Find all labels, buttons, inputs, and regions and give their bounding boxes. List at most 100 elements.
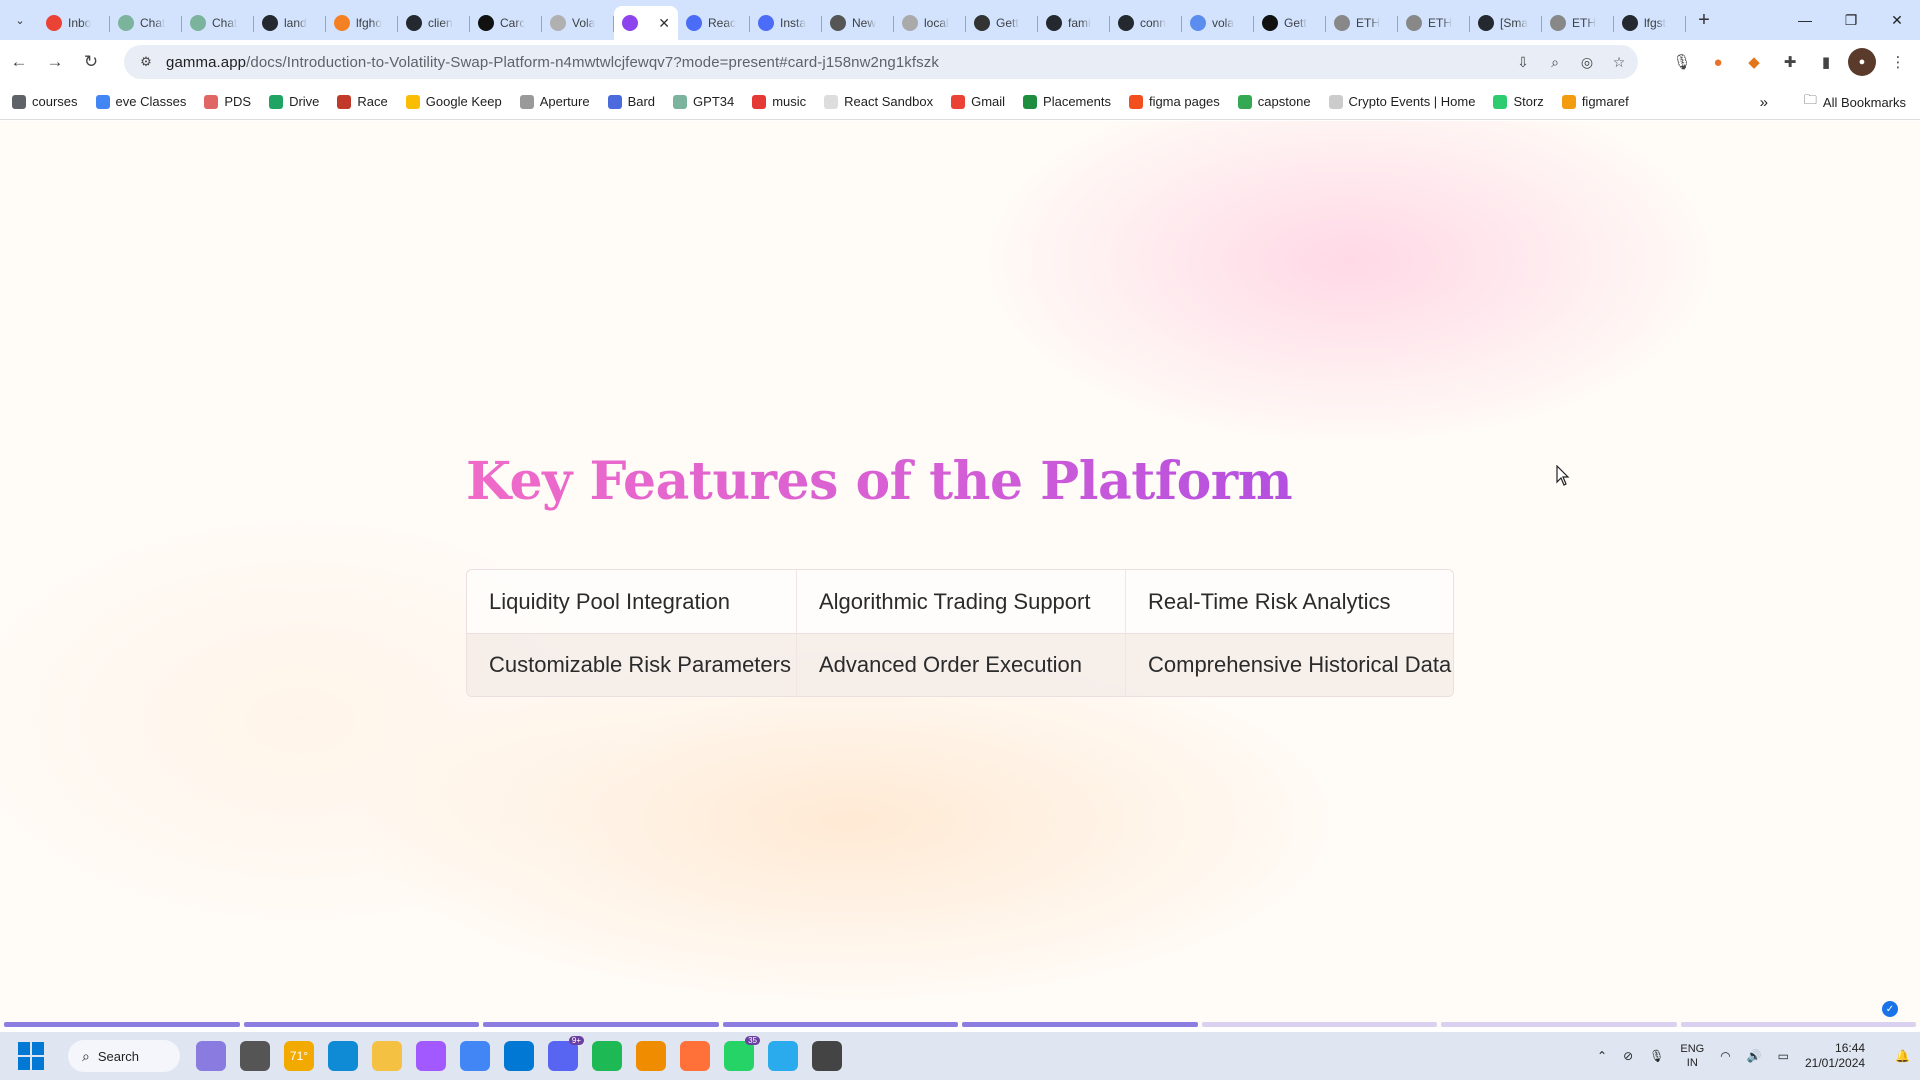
bookmark-item[interactable]: Aperture [519, 94, 590, 109]
wifi-icon[interactable]: ◠ [1720, 1049, 1730, 1063]
extensions-puzzle-icon[interactable]: ✚ [1776, 48, 1804, 76]
browser-tab[interactable]: land [254, 7, 326, 39]
bookmark-item[interactable]: courses [12, 94, 78, 109]
spotify-icon[interactable] [592, 1041, 622, 1071]
clock[interactable]: 16:44 21/01/2024 [1805, 1041, 1865, 1071]
browser-tab[interactable]: ETH [1542, 7, 1614, 39]
vscode-icon[interactable] [504, 1041, 534, 1071]
profile-avatar[interactable]: ● [1848, 48, 1876, 76]
figma-icon[interactable] [416, 1041, 446, 1071]
browser-tab[interactable]: Carc [470, 7, 542, 39]
progress-segment[interactable] [243, 1022, 479, 1027]
browser-tab[interactable]: conn [1110, 7, 1182, 39]
minimize-button[interactable]: — [1782, 0, 1828, 40]
microphone-icon[interactable]: 🎙 [1668, 48, 1696, 76]
progress-segment[interactable] [4, 1022, 240, 1027]
all-bookmarks-link[interactable]: All Bookmarks [1823, 95, 1906, 110]
extension-icon[interactable]: ● [1704, 48, 1732, 76]
tab-search-button[interactable]: ⌄ [8, 8, 32, 32]
bookmark-item[interactable]: Drive [269, 94, 319, 109]
browser-tab[interactable]: Vola [542, 7, 614, 39]
battery-icon[interactable]: ▭ [1778, 1049, 1789, 1063]
progress-segment[interactable] [1201, 1022, 1437, 1027]
site-info-icon[interactable]: ⚙ [134, 54, 158, 70]
microphone-tray-icon[interactable]: 🎙 [1649, 1049, 1664, 1063]
progress-segment[interactable] [483, 1022, 719, 1027]
chatgpt-icon[interactable] [812, 1041, 842, 1071]
progress-segment[interactable] [1680, 1022, 1916, 1027]
bookmark-item[interactable]: Placements [1023, 94, 1111, 109]
telegram-icon[interactable] [768, 1041, 798, 1071]
bookmark-item[interactable]: GPT34 [673, 94, 734, 109]
slide-progress-bar[interactable] [0, 1022, 1920, 1027]
weather-icon[interactable]: 71° [284, 1041, 314, 1071]
back-button[interactable]: ← [2, 45, 36, 79]
input-language[interactable]: ENG IN [1680, 1042, 1704, 1070]
browser-tab[interactable]: lfgho [326, 7, 398, 39]
url-text[interactable]: gamma.app/docs/Introduction-to-Volatilit… [166, 54, 939, 71]
bookmark-item[interactable]: React Sandbox [824, 94, 933, 109]
bookmark-star-icon[interactable]: ☆ [1608, 54, 1630, 71]
zoom-icon[interactable]: ⌕ [1544, 54, 1566, 71]
bookmark-item[interactable]: music [752, 94, 806, 109]
progress-segment[interactable] [962, 1022, 1198, 1027]
vlc-icon[interactable] [636, 1041, 666, 1071]
bookmark-item[interactable]: figma pages [1128, 94, 1220, 109]
security-icon[interactable]: ⊘ [1623, 1049, 1633, 1063]
progress-segment[interactable] [722, 1022, 958, 1027]
more-bookmarks-icon[interactable]: » [1760, 94, 1768, 111]
browser-tab[interactable]: vola [1182, 7, 1254, 39]
widgets-icon[interactable] [196, 1041, 226, 1071]
progress-segment[interactable] [1441, 1022, 1677, 1027]
bookmark-item[interactable]: Storz [1493, 94, 1544, 109]
browser-tab[interactable]: Chat [110, 7, 182, 39]
browser-tab[interactable]: Gett [966, 7, 1038, 39]
browser-tab[interactable]: lfgst [1614, 7, 1686, 39]
bookmark-item[interactable]: Bard [607, 94, 655, 109]
menu-kebab-icon[interactable]: ⋮ [1884, 48, 1912, 76]
chevron-up-icon[interactable]: ⌃ [1597, 1049, 1607, 1063]
taskbar-search[interactable]: ⌕ Search [68, 1040, 180, 1072]
start-button[interactable] [18, 1042, 46, 1070]
browser-tab[interactable]: [Sma [1470, 7, 1542, 39]
chrome-icon[interactable] [460, 1041, 490, 1071]
close-tab-icon[interactable]: ✕ [658, 15, 670, 32]
file-explorer-icon[interactable] [372, 1041, 402, 1071]
restore-button[interactable]: ❐ [1828, 0, 1874, 40]
browser-tab[interactable]: Gett [1254, 7, 1326, 39]
firefox-icon[interactable] [680, 1041, 710, 1071]
bookmark-item[interactable]: Gmail [951, 94, 1005, 109]
browser-tab[interactable]: fami [1038, 7, 1110, 39]
bookmark-item[interactable]: figmaref [1561, 94, 1629, 109]
bookmark-item[interactable]: PDS [204, 94, 251, 109]
browser-tab[interactable]: New [822, 7, 894, 39]
address-bar[interactable]: ⚙ gamma.app/docs/Introduction-to-Volatil… [124, 45, 1638, 79]
bookmark-item[interactable]: eve Classes [95, 94, 186, 109]
install-app-icon[interactable]: ⇩ [1512, 54, 1534, 71]
bookmark-item[interactable]: Crypto Events | Home [1328, 94, 1475, 109]
task-view-icon[interactable] [240, 1041, 270, 1071]
close-window-button[interactable]: ✕ [1874, 0, 1920, 40]
bookmark-item[interactable]: Google Keep [405, 94, 502, 109]
browser-tab[interactable]: local [894, 7, 966, 39]
new-tab-button[interactable]: + [1690, 6, 1718, 34]
bookmark-item[interactable]: Race [337, 94, 388, 109]
bookmark-item[interactable]: capstone [1237, 94, 1311, 109]
notification-bell-icon[interactable]: 🔔 [1895, 1049, 1910, 1063]
metamask-icon[interactable]: ◆ [1740, 48, 1768, 76]
reload-button[interactable]: ↻ [74, 45, 108, 79]
eye-off-icon[interactable]: ◎ [1576, 54, 1598, 71]
browser-tab[interactable]: Inbo [38, 7, 110, 39]
browser-tab[interactable]: ETH [1326, 7, 1398, 39]
edge-icon[interactable] [328, 1041, 358, 1071]
discord-icon[interactable]: 9+ [548, 1036, 584, 1071]
tab-active[interactable]: ✕ [614, 6, 678, 40]
volume-icon[interactable]: 🔊 [1747, 1049, 1762, 1063]
forward-button[interactable]: → [38, 45, 72, 79]
browser-tab[interactable]: ETH [1398, 7, 1470, 39]
whatsapp-icon[interactable]: 35 [724, 1036, 760, 1071]
side-panel-icon[interactable]: ▮ [1812, 48, 1840, 76]
browser-tab[interactable]: Reac [678, 7, 750, 39]
browser-tab[interactable]: Chat [182, 7, 254, 39]
browser-tab[interactable]: clien [398, 7, 470, 39]
